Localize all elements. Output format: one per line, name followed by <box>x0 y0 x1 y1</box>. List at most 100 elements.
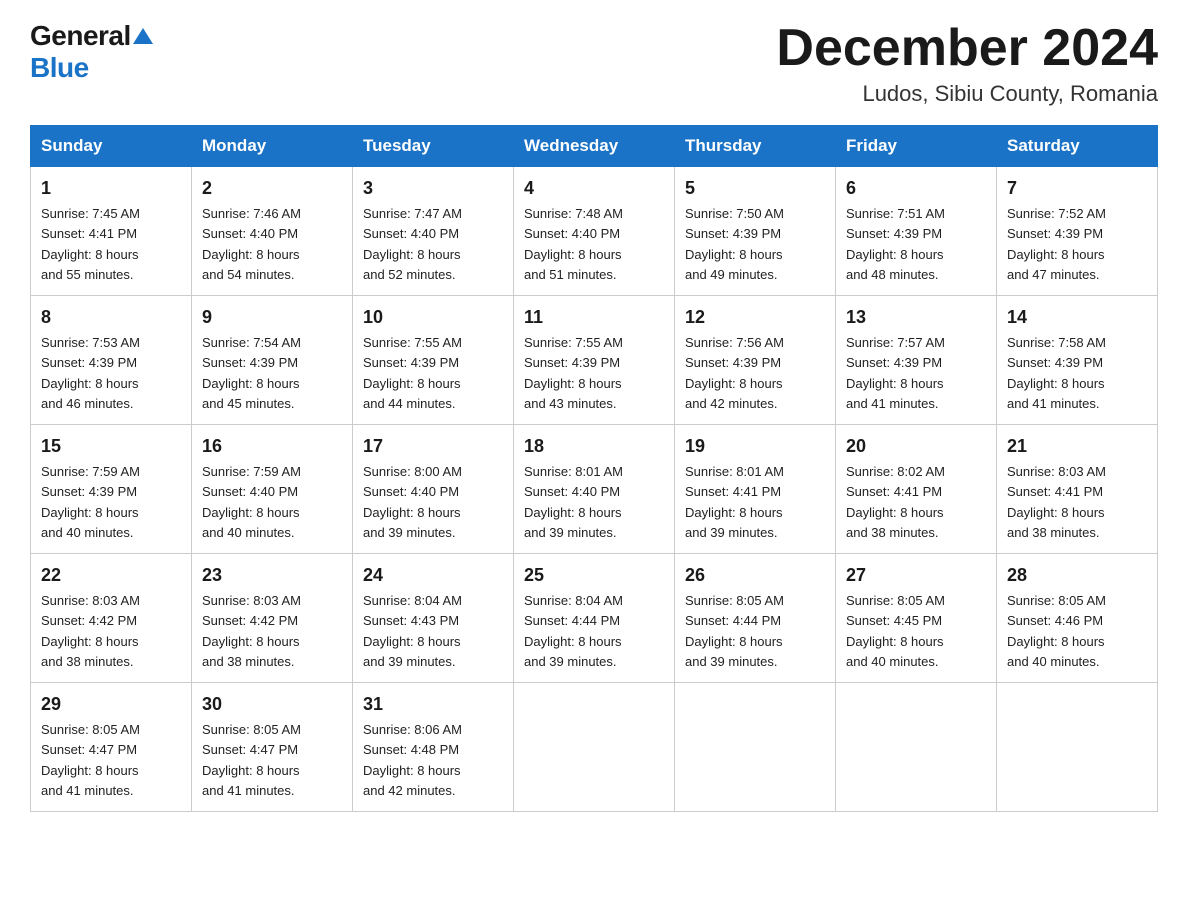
calendar-cell: 27Sunrise: 8:05 AMSunset: 4:45 PMDayligh… <box>836 554 997 683</box>
calendar-cell <box>836 683 997 812</box>
title-block: December 2024 Ludos, Sibiu County, Roman… <box>776 20 1158 107</box>
calendar-cell <box>997 683 1158 812</box>
calendar-cell: 16Sunrise: 7:59 AMSunset: 4:40 PMDayligh… <box>192 425 353 554</box>
day-header-friday: Friday <box>836 126 997 167</box>
day-header-wednesday: Wednesday <box>514 126 675 167</box>
day-number: 13 <box>846 304 986 331</box>
day-info: Sunrise: 7:48 AMSunset: 4:40 PMDaylight:… <box>524 206 623 282</box>
calendar-cell: 29Sunrise: 8:05 AMSunset: 4:47 PMDayligh… <box>31 683 192 812</box>
calendar-cell: 24 Sunrise: 8:04 AMSunset: 4:43 PMDayligh… <box>353 554 514 683</box>
day-info: Sunrise: 7:56 AMSunset: 4:39 PMDaylight:… <box>685 335 784 411</box>
calendar-cell: 14 Sunrise: 7:58 AMSunset: 4:39 PMDayligh… <box>997 296 1158 425</box>
day-number: 25 <box>524 562 664 589</box>
day-number: 7 <box>1007 175 1147 202</box>
calendar-cell: 13 Sunrise: 7:57 AMSunset: 4:39 PMDayligh… <box>836 296 997 425</box>
day-number: 19 <box>685 433 825 460</box>
day-info: Sunrise: 8:04 AMSunset: 4:44 PMDaylight:… <box>524 593 623 669</box>
day-header-saturday: Saturday <box>997 126 1158 167</box>
day-header-monday: Monday <box>192 126 353 167</box>
day-header-sunday: Sunday <box>31 126 192 167</box>
day-number: 30 <box>202 691 342 718</box>
day-number: 15 <box>41 433 181 460</box>
day-number: 10 <box>363 304 503 331</box>
day-info: Sunrise: 7:46 AMSunset: 4:40 PMDaylight:… <box>202 206 301 282</box>
day-number: 23 <box>202 562 342 589</box>
calendar-cell: 10 Sunrise: 7:55 AMSunset: 4:39 PMDayligh… <box>353 296 514 425</box>
day-number: 14 <box>1007 304 1147 331</box>
day-number: 11 <box>524 304 664 331</box>
calendar-cell: 30 Sunrise: 8:05 AMSunset: 4:47 PMDayligh… <box>192 683 353 812</box>
calendar-table: SundayMondayTuesdayWednesdayThursdayFrid… <box>30 125 1158 812</box>
calendar-cell: 22 Sunrise: 8:03 AMSunset: 4:42 PMDayligh… <box>31 554 192 683</box>
day-number: 27 <box>846 562 986 589</box>
day-number: 17 <box>363 433 503 460</box>
day-info: Sunrise: 8:06 AMSunset: 4:48 PMDaylight:… <box>363 722 462 798</box>
day-info: Sunrise: 7:55 AMSunset: 4:39 PMDaylight:… <box>524 335 623 411</box>
day-info: Sunrise: 8:01 AMSunset: 4:41 PMDaylight:… <box>685 464 784 540</box>
calendar-cell: 1 Sunrise: 7:45 AMSunset: 4:41 PMDaylight… <box>31 167 192 296</box>
calendar-cell: 5 Sunrise: 7:50 AMSunset: 4:39 PMDaylight… <box>675 167 836 296</box>
day-info: Sunrise: 8:00 AMSunset: 4:40 PMDaylight:… <box>363 464 462 540</box>
calendar-cell: 23 Sunrise: 8:03 AMSunset: 4:42 PMDayligh… <box>192 554 353 683</box>
day-info: Sunrise: 8:04 AMSunset: 4:43 PMDaylight:… <box>363 593 462 669</box>
day-number: 2 <box>202 175 342 202</box>
calendar-week-row: 15 Sunrise: 7:59 AMSunset: 4:39 PMDayligh… <box>31 425 1158 554</box>
day-number: 22 <box>41 562 181 589</box>
calendar-cell <box>675 683 836 812</box>
calendar-cell: 18 Sunrise: 8:01 AMSunset: 4:40 PMDayligh… <box>514 425 675 554</box>
calendar-cell: 26 Sunrise: 8:05 AMSunset: 4:44 PMDayligh… <box>675 554 836 683</box>
logo-blue-text: Blue <box>30 52 89 84</box>
calendar-cell: 20Sunrise: 8:02 AMSunset: 4:41 PMDayligh… <box>836 425 997 554</box>
logo-general-text: General <box>30 20 131 52</box>
calendar-cell: 8Sunrise: 7:53 AMSunset: 4:39 PMDaylight… <box>31 296 192 425</box>
day-info: Sunrise: 8:05 AMSunset: 4:44 PMDaylight:… <box>685 593 784 669</box>
day-number: 28 <box>1007 562 1147 589</box>
day-info: Sunrise: 7:47 AMSunset: 4:40 PMDaylight:… <box>363 206 462 282</box>
day-header-tuesday: Tuesday <box>353 126 514 167</box>
day-number: 24 <box>363 562 503 589</box>
calendar-cell: 25 Sunrise: 8:04 AMSunset: 4:44 PMDayligh… <box>514 554 675 683</box>
calendar-cell: 28Sunrise: 8:05 AMSunset: 4:46 PMDayligh… <box>997 554 1158 683</box>
page-header: General Blue December 2024 Ludos, Sibiu … <box>30 20 1158 107</box>
logo-triangle-icon <box>133 28 153 44</box>
calendar-week-row: 1 Sunrise: 7:45 AMSunset: 4:41 PMDaylight… <box>31 167 1158 296</box>
day-header-thursday: Thursday <box>675 126 836 167</box>
day-number: 21 <box>1007 433 1147 460</box>
day-info: Sunrise: 7:51 AMSunset: 4:39 PMDaylight:… <box>846 206 945 282</box>
calendar-cell: 19 Sunrise: 8:01 AMSunset: 4:41 PMDayligh… <box>675 425 836 554</box>
day-info: Sunrise: 7:55 AMSunset: 4:39 PMDaylight:… <box>363 335 462 411</box>
day-number: 8 <box>41 304 181 331</box>
day-info: Sunrise: 8:03 AMSunset: 4:42 PMDaylight:… <box>41 593 140 669</box>
day-number: 31 <box>363 691 503 718</box>
day-info: Sunrise: 8:05 AMSunset: 4:47 PMDaylight:… <box>202 722 301 798</box>
calendar-cell: 21Sunrise: 8:03 AMSunset: 4:41 PMDayligh… <box>997 425 1158 554</box>
calendar-cell: 31 Sunrise: 8:06 AMSunset: 4:48 PMDayligh… <box>353 683 514 812</box>
calendar-cell: 11 Sunrise: 7:55 AMSunset: 4:39 PMDayligh… <box>514 296 675 425</box>
day-info: Sunrise: 7:59 AMSunset: 4:40 PMDaylight:… <box>202 464 301 540</box>
day-number: 29 <box>41 691 181 718</box>
calendar-cell: 4Sunrise: 7:48 AMSunset: 4:40 PMDaylight… <box>514 167 675 296</box>
day-number: 3 <box>363 175 503 202</box>
day-info: Sunrise: 7:50 AMSunset: 4:39 PMDaylight:… <box>685 206 784 282</box>
day-info: Sunrise: 8:03 AMSunset: 4:42 PMDaylight:… <box>202 593 301 669</box>
calendar-cell: 7Sunrise: 7:52 AMSunset: 4:39 PMDaylight… <box>997 167 1158 296</box>
day-number: 6 <box>846 175 986 202</box>
month-title: December 2024 <box>776 20 1158 77</box>
calendar-week-row: 8Sunrise: 7:53 AMSunset: 4:39 PMDaylight… <box>31 296 1158 425</box>
calendar-header-row: SundayMondayTuesdayWednesdayThursdayFrid… <box>31 126 1158 167</box>
day-number: 18 <box>524 433 664 460</box>
calendar-cell: 6 Sunrise: 7:51 AMSunset: 4:39 PMDaylight… <box>836 167 997 296</box>
day-info: Sunrise: 8:01 AMSunset: 4:40 PMDaylight:… <box>524 464 623 540</box>
logo: General Blue <box>30 20 153 84</box>
day-number: 5 <box>685 175 825 202</box>
day-info: Sunrise: 7:58 AMSunset: 4:39 PMDaylight:… <box>1007 335 1106 411</box>
day-number: 1 <box>41 175 181 202</box>
day-info: Sunrise: 7:59 AMSunset: 4:39 PMDaylight:… <box>41 464 140 540</box>
calendar-cell: 2 Sunrise: 7:46 AMSunset: 4:40 PMDaylight… <box>192 167 353 296</box>
day-number: 26 <box>685 562 825 589</box>
calendar-cell: 3 Sunrise: 7:47 AMSunset: 4:40 PMDaylight… <box>353 167 514 296</box>
calendar-week-row: 29 Sunrise: 8:05 AMSunset: 4:47 PMDayligh… <box>31 683 1158 812</box>
day-info: Sunrise: 7:45 AMSunset: 4:41 PMDaylight:… <box>41 206 140 282</box>
day-number: 20 <box>846 433 986 460</box>
day-info: Sunrise: 7:57 AMSunset: 4:39 PMDaylight:… <box>846 335 945 411</box>
